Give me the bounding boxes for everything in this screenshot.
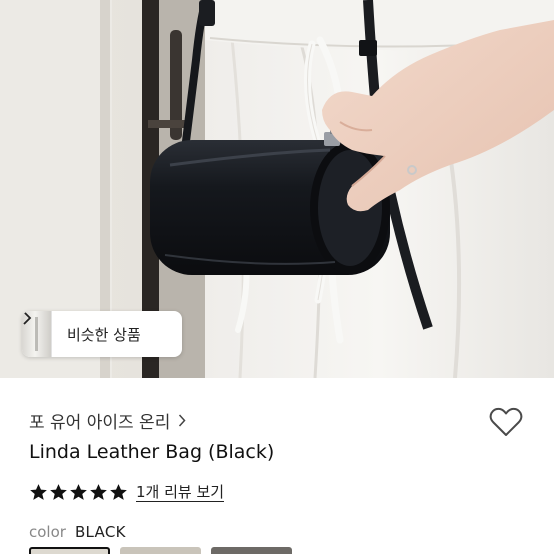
star-icon	[90, 483, 107, 500]
color-value: BLACK	[74, 523, 126, 541]
color-swatch[interactable]	[211, 547, 292, 554]
wishlist-button[interactable]	[488, 407, 524, 441]
star-icon	[30, 483, 47, 500]
chevron-right-icon	[178, 413, 190, 427]
color-swatch-selected[interactable]	[29, 547, 110, 554]
color-swatch[interactable]	[120, 547, 201, 554]
color-swatches	[29, 547, 292, 554]
view-reviews-link[interactable]: 1개 리뷰 보기	[136, 483, 225, 502]
similar-products-label: 비슷한 상품	[67, 325, 141, 344]
color-label: color	[29, 523, 66, 541]
rating-row: 1개 리뷰 보기	[29, 480, 225, 504]
star-rating	[29, 483, 128, 502]
similar-products-button[interactable]: 비슷한 상품	[22, 311, 182, 357]
heart-outline-icon	[489, 407, 523, 441]
product-photo[interactable]: 비슷한 상품	[0, 0, 554, 378]
product-page: 비슷한 상품 포 유어 아이즈 온리 Linda Leather Bag (Bl…	[0, 0, 554, 554]
chevron-right-icon	[23, 311, 163, 341]
brand-link[interactable]: 포 유어 아이즈 온리	[29, 407, 190, 433]
star-icon	[50, 483, 67, 500]
star-icon	[70, 483, 87, 500]
color-option: color BLACK	[29, 521, 126, 543]
product-title: Linda Leather Bag (Black)	[29, 441, 275, 463]
star-icon	[110, 483, 127, 500]
brand-name: 포 유어 아이즈 온리	[29, 412, 171, 433]
